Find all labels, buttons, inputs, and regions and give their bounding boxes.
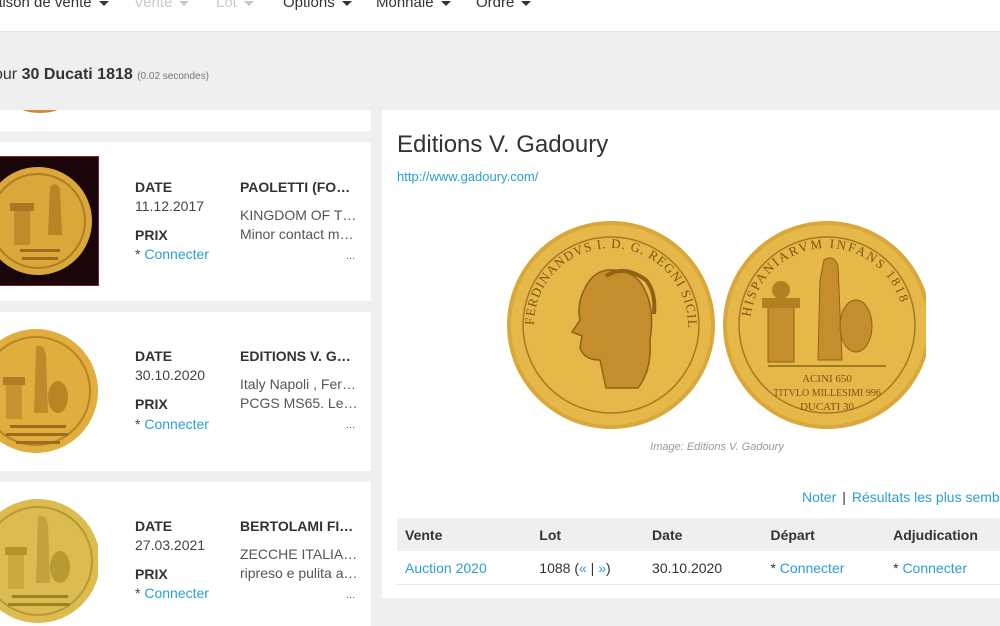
coin-thumbnail[interactable] [0,156,99,286]
date-cell: 30.10.2020 [644,551,763,585]
col-header-start: Départ [762,518,886,551]
date-label: DATE [135,348,173,364]
auction-house-name: EDITIONS V. GADOURY [240,348,358,364]
result-card-partial[interactable] [0,110,371,131]
nav-sale-dropdown[interactable]: Vente [134,0,190,11]
table-header-row: Vente Lot Date Départ Adjudication [397,518,1000,551]
lot-description-line: KINGDOM OF THE TWO SICILIES [240,207,358,223]
lot-description-line: ZECCHE ITALIANE Napoli [240,546,358,562]
caret-down-icon [243,0,254,6]
results-prefix: our [0,66,18,83]
caret-down-icon [98,0,109,6]
nav-order-dropdown[interactable]: Ordre [476,0,532,11]
table-row: Auction 2020 1088 (« | ») 30.10.2020 * C… [397,551,1000,585]
connect-link[interactable]: Connecter [902,560,967,576]
more-ellipsis[interactable]: ... [346,250,355,262]
connect-link[interactable]: Connecter [144,416,209,432]
caret-down-icon [440,0,451,6]
price-label: PRIX [135,566,168,582]
nav-order-label: Ordre [476,0,515,11]
action-links: Noter | Résultats les plus semblables [802,489,1000,505]
auction-house-title: Editions V. Gadoury [397,131,609,158]
image-caption: Image: Editions V. Gadoury [650,441,784,453]
nav-lot-label: Lot [216,0,237,11]
nav-options-dropdown[interactable]: Options [283,0,352,11]
svg-text:TITVLO MILLESIMI 996: TITVLO MILLESIMI 996 [773,388,881,399]
lot-table: Vente Lot Date Départ Adjudication Aucti… [397,518,1000,585]
caret-down-icon [341,0,352,6]
caret-down-icon [179,0,190,6]
coin-thumbnail[interactable] [0,327,98,455]
lot-detail-panel: Editions V. Gadoury http://www.gadoury.c… [382,110,1000,598]
price-value: * Connecter [135,585,209,601]
nav-auction-house-dropdown[interactable]: aison de vente [0,0,109,11]
date-value: 27.03.2021 [135,537,206,553]
connect-link[interactable]: Connecter [144,585,209,601]
coin-thumbnail-partial [22,110,58,113]
col-header-lot: Lot [531,518,645,551]
nav-currency-label: Monnaie [376,0,434,11]
connect-link[interactable]: Connecter [144,246,209,262]
lot-description-line: ripreso e pulita al dritto [240,565,358,581]
results-summary: our 30 Ducati 1818 (0.02 secondes) [0,66,209,84]
next-lot-link[interactable]: » [598,560,606,576]
price-label: PRIX [135,396,168,412]
svg-text:ACINI 650: ACINI 650 [802,373,852,385]
search-time: (0.02 secondes) [137,71,209,82]
col-header-sale: Vente [397,518,532,551]
price-label: PRIX [135,227,168,243]
auction-house-name: BERTOLAMI FINE ARTS [240,518,358,534]
auction-house-website-link[interactable]: http://www.gadoury.com/ [397,169,538,184]
more-ellipsis[interactable]: ... [346,419,355,431]
caret-down-icon [521,0,532,6]
result-card[interactable]: DATE 11.12.2017 PRIX * Connecter PAOLETT… [0,142,371,301]
auction-house-name: PAOLETTI (FORMERLY... [240,179,358,195]
sale-link[interactable]: Auction 2020 [405,560,487,576]
nav-currency-dropdown[interactable]: Monnaie [376,0,451,11]
col-header-hammer: Adjudication [885,518,1000,551]
price-value: * Connecter [135,416,209,432]
coin-thumbnail[interactable] [0,497,98,625]
start-cell: * Connecter [762,551,886,585]
link-separator: | [842,489,846,505]
date-value: 11.12.2017 [135,198,205,214]
nav-options-label: Options [283,0,335,11]
lot-description-line: Italy Napoli , Ferdinando I [240,376,358,392]
hammer-cell: * Connecter [885,551,1000,585]
connect-link[interactable]: Connecter [780,560,845,576]
coin-image[interactable]: FERDINANDVS I. D. G. REGNI SICILIARVM ET… [506,220,926,430]
result-card[interactable]: DATE 27.03.2021 PRIX * Connecter BERTOLA… [0,482,371,626]
result-card[interactable]: DATE 30.10.2020 PRIX * Connecter EDITION… [0,312,371,471]
prev-lot-link[interactable]: « [579,560,587,576]
rate-link[interactable]: Noter [802,489,836,505]
date-value: 30.10.2020 [135,367,206,383]
search-query: 30 Ducati 1818 [21,66,133,83]
nav-lot-dropdown[interactable]: Lot [216,0,254,11]
lot-cell: 1088 (« | ») [531,551,645,585]
similar-results-link[interactable]: Résultats les plus semblables [852,489,1000,505]
more-ellipsis[interactable]: ... [346,589,355,601]
svg-text:DUCATI 30: DUCATI 30 [800,401,855,413]
lot-description-line: Minor contact marks [240,226,358,242]
date-label: DATE [135,179,173,195]
lot-description-line: PCGS MS65. Le plus beau [240,395,358,411]
price-value: * Connecter [135,246,209,262]
nav-auction-house-label: aison de vente [0,0,92,11]
date-label: DATE [135,518,173,534]
top-nav: aison de vente Vente Lot Options Monnaie… [0,0,1000,32]
col-header-date: Date [644,518,763,551]
nav-sale-label: Vente [134,0,173,11]
